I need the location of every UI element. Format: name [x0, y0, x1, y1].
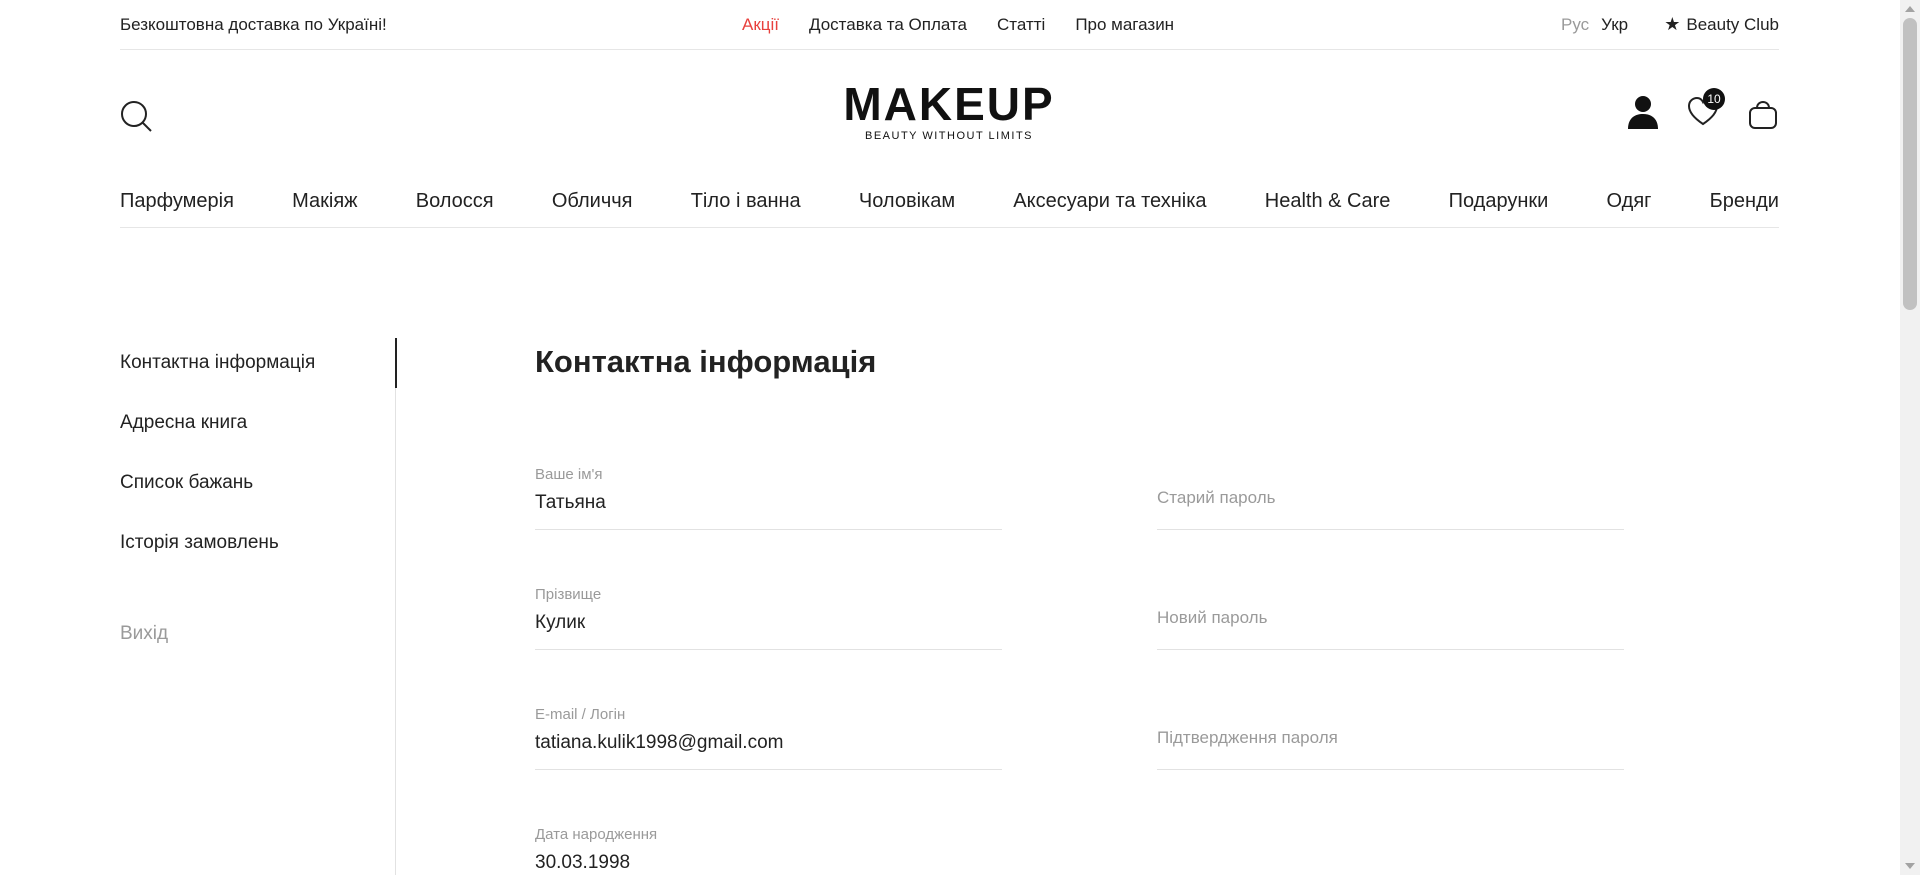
nav-item-health-care[interactable]: Health & Care [1265, 190, 1391, 213]
last-name-value: Кулик [535, 612, 586, 633]
top-links: Акції Доставка та Оплата Статті Про мага… [742, 15, 1204, 35]
top-bar: Безкоштовна доставка по Україні! Акції Д… [120, 0, 1779, 50]
lang-ru[interactable]: Рус [1561, 15, 1589, 35]
sidebar-item-contact-info[interactable]: Контактна інформація [120, 338, 396, 398]
first-name-label: Ваше ім'я [535, 466, 603, 483]
nav-item-clothes[interactable]: Одяг [1607, 190, 1652, 213]
sidebar-item-order-history[interactable]: Історія замовлень [120, 518, 396, 578]
birth-date-label: Дата народження [535, 826, 658, 843]
nav-item-makeup[interactable]: Макіяж [292, 190, 357, 213]
birth-date-field[interactable]: Дата народження 30.03.1998 [535, 826, 1002, 875]
scrollbar-thumb[interactable] [1903, 18, 1917, 310]
sidebar-divider [395, 338, 396, 875]
nav-item-body-bath[interactable]: Тіло і ванна [691, 190, 801, 213]
nav-item-face[interactable]: Обличчя [552, 190, 633, 213]
email-value: tatiana.kulik1998@gmail.com [535, 732, 784, 753]
confirm-password-placeholder: Підтвердження пароля [1157, 728, 1338, 747]
page: Безкоштовна доставка по Україні! Акції Д… [0, 0, 1900, 875]
sidebar-active-indicator [395, 338, 397, 388]
free-shipping-text: Безкоштовна доставка по Україні! [120, 15, 387, 34]
page-scrollbar[interactable] [1900, 0, 1920, 875]
wishlist-count-badge: 10 [1703, 88, 1725, 110]
header-icons: 10 [1627, 88, 1779, 130]
star-icon: ★ [1664, 14, 1681, 34]
category-nav: Парфумерія Макіяж Волосся Обличчя Тіло і… [120, 180, 1779, 228]
cart-icon[interactable] [1747, 94, 1779, 130]
birth-date-value: 30.03.1998 [535, 852, 631, 873]
beauty-club-link[interactable]: ★ Beauty Club [1664, 14, 1779, 35]
wishlist-button[interactable]: 10 [1687, 88, 1725, 130]
sidebar-item-address-book[interactable]: Адресна книга [120, 398, 396, 458]
new-password-field[interactable]: Новий пароль [1157, 586, 1624, 650]
nav-item-men[interactable]: Чоловікам [859, 190, 955, 213]
old-password-placeholder: Старий пароль [1157, 488, 1276, 507]
nav-item-perfume[interactable]: Парфумерія [120, 190, 234, 213]
logo-tagline: BEAUTY WITHOUT LIMITS [865, 130, 1033, 142]
logo-wordmark: MAKEUP [843, 78, 1055, 130]
logout-link[interactable]: Вихід [120, 623, 168, 645]
search-icon[interactable] [120, 100, 154, 134]
logo[interactable]: MAKEUP BEAUTY WITHOUT LIMITS [829, 80, 1069, 142]
page-title: Контактна інформація [535, 344, 877, 379]
old-password-field[interactable]: Старий пароль [1157, 466, 1624, 530]
nav-item-brands[interactable]: Бренди [1710, 190, 1779, 213]
top-link-about[interactable]: Про магазин [1075, 15, 1174, 35]
nav-item-hair[interactable]: Волосся [416, 190, 494, 213]
top-link-articles[interactable]: Статті [997, 15, 1045, 35]
lang-uk[interactable]: Укр [1601, 15, 1628, 35]
nav-item-gifts[interactable]: Подарунки [1449, 190, 1549, 213]
last-name-label: Прізвище [535, 586, 602, 603]
confirm-password-field[interactable]: Підтвердження пароля [1157, 706, 1624, 770]
new-password-placeholder: Новий пароль [1157, 608, 1268, 627]
email-field[interactable]: E-mail / Логін tatiana.kulik1998@gmail.c… [535, 706, 1002, 770]
scroll-down-arrow-icon[interactable] [1905, 863, 1915, 869]
first-name-field[interactable]: Ваше ім'я Татьяна [535, 466, 1002, 530]
account-sidebar: Контактна інформація Адресна книга Списо… [120, 338, 396, 644]
sidebar-item-wishlist[interactable]: Список бажань [120, 458, 396, 518]
last-name-field[interactable]: Прізвище Кулик [535, 586, 1002, 650]
top-link-sales[interactable]: Акції [742, 15, 779, 35]
header: MAKEUP BEAUTY WITHOUT LIMITS 10 [120, 50, 1779, 180]
first-name-value: Татьяна [535, 492, 606, 513]
scroll-up-arrow-icon[interactable] [1905, 6, 1915, 12]
email-label: E-mail / Логін [535, 706, 626, 723]
language-switcher: Рус Укр [1561, 15, 1628, 35]
top-link-delivery[interactable]: Доставка та Оплата [809, 15, 967, 35]
nav-item-accessories[interactable]: Аксесуари та техніка [1013, 190, 1206, 213]
beauty-club-label: Beauty Club [1686, 14, 1779, 34]
user-icon[interactable] [1627, 94, 1659, 130]
